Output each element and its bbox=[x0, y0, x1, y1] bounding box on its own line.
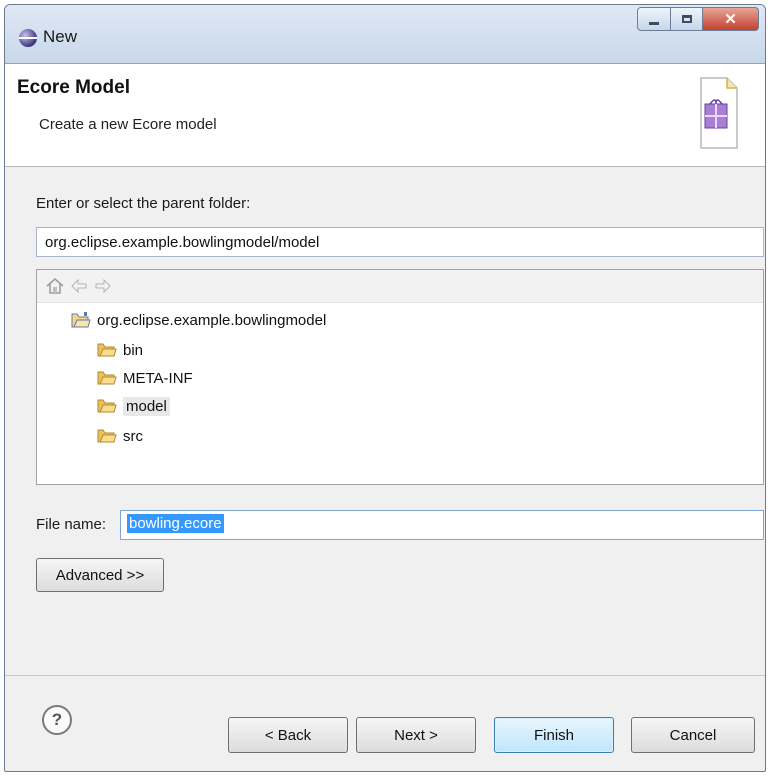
finish-button[interactable]: Finish bbox=[494, 717, 614, 753]
maximize-icon bbox=[681, 15, 692, 23]
wizard-banner: Ecore Model Create a new Ecore model bbox=[5, 64, 765, 167]
advanced-button[interactable]: Advanced >> bbox=[36, 558, 164, 592]
tree-item-model[interactable]: model bbox=[97, 394, 170, 418]
banner-title: Ecore Model bbox=[17, 77, 130, 98]
back-button[interactable]: < Back bbox=[228, 717, 348, 753]
minimize-icon bbox=[649, 21, 659, 25]
footer-separator bbox=[5, 675, 765, 676]
next-button[interactable]: Next > bbox=[356, 717, 476, 753]
parent-folder-label: Enter or select the parent folder: bbox=[36, 195, 251, 212]
folder-tree[interactable]: org.eclipse.example.bowlingmodel bin MET… bbox=[36, 269, 764, 485]
home-icon[interactable] bbox=[45, 276, 65, 296]
tree-item-meta-inf[interactable]: META-INF bbox=[97, 366, 193, 390]
tree-item-label: src bbox=[123, 427, 143, 445]
help-icon[interactable]: ? bbox=[42, 705, 72, 735]
file-name-input[interactable]: bowling.ecore bbox=[120, 510, 764, 540]
forward-arrow-icon[interactable] bbox=[93, 276, 113, 296]
window-title: New bbox=[43, 27, 78, 46]
folder-icon bbox=[97, 343, 117, 357]
project-folder-icon bbox=[71, 312, 91, 328]
banner-description: Create a new Ecore model bbox=[39, 116, 217, 133]
tree-item-label: model bbox=[123, 396, 170, 416]
window-controls: ✕ bbox=[637, 7, 759, 33]
tree-item-bin[interactable]: bin bbox=[97, 338, 143, 362]
file-name-label: File name: bbox=[36, 516, 107, 533]
folder-icon bbox=[97, 399, 117, 413]
folder-icon bbox=[97, 371, 117, 385]
folder-icon bbox=[97, 429, 117, 443]
tree-toolbar bbox=[37, 270, 763, 303]
cancel-button[interactable]: Cancel bbox=[631, 717, 755, 753]
tree-item-label: META-INF bbox=[123, 369, 193, 387]
file-name-value: bowling.ecore bbox=[127, 514, 224, 533]
parent-folder-input[interactable] bbox=[36, 227, 764, 257]
eclipse-icon bbox=[19, 29, 37, 47]
back-arrow-icon[interactable] bbox=[69, 276, 89, 296]
close-button[interactable]: ✕ bbox=[703, 7, 759, 31]
close-icon: ✕ bbox=[724, 11, 737, 28]
new-wizard-window: New ✕ Ecore Model Create a new Ecore mod… bbox=[4, 4, 766, 772]
tree-item-src[interactable]: src bbox=[97, 424, 143, 448]
tree-item-label: org.eclipse.example.bowlingmodel bbox=[97, 311, 327, 329]
title-bar: New ✕ bbox=[5, 5, 765, 64]
new-ecore-file-icon bbox=[700, 77, 738, 149]
tree-item-label: bin bbox=[123, 341, 144, 359]
maximize-button[interactable] bbox=[671, 7, 703, 31]
tree-item-project[interactable]: org.eclipse.example.bowlingmodel bbox=[71, 308, 326, 332]
minimize-button[interactable] bbox=[637, 7, 671, 31]
